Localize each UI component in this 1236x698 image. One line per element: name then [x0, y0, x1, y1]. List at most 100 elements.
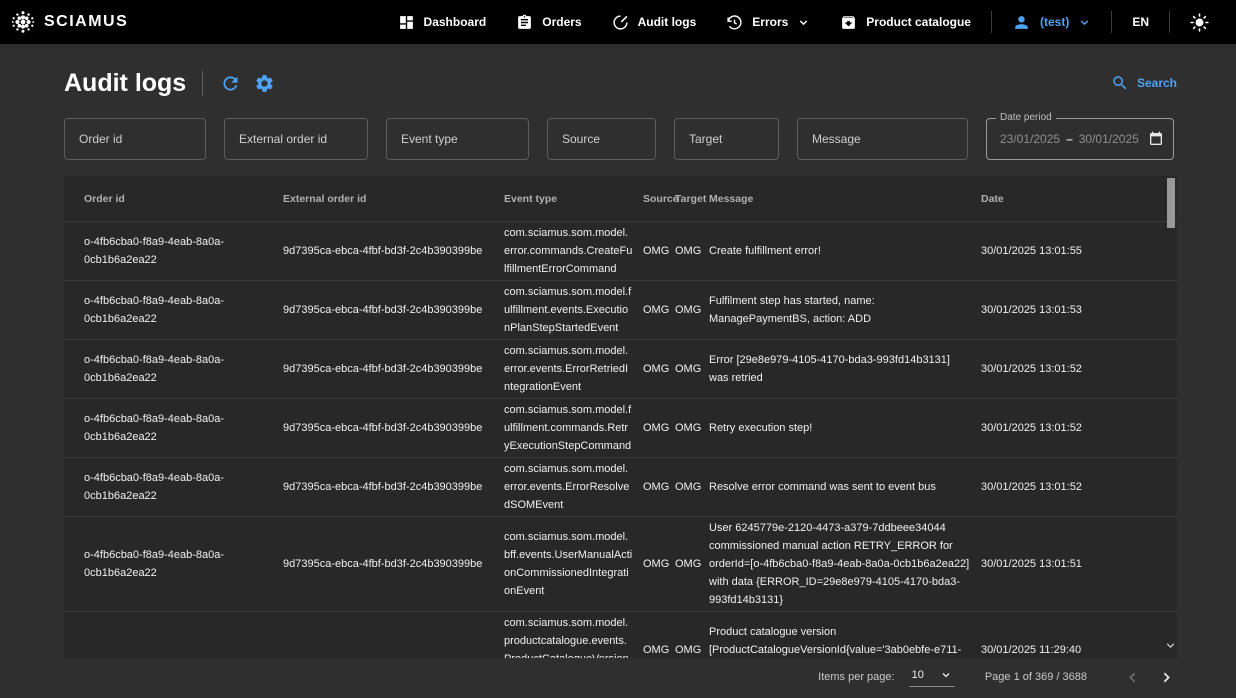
cell-message: Retry execution step!	[709, 419, 981, 437]
cell-order-id: o-4fb6cba0-f8a9-4eab-8a0a-0cb1b6a2ea22	[84, 410, 283, 446]
cell-source: OMG	[643, 478, 675, 496]
search-icon	[1111, 74, 1129, 92]
date-separator: –	[1066, 132, 1073, 146]
cell-message: Fulfilment step has started, name: Manag…	[709, 292, 981, 328]
table-header: Order id External order id Event type So…	[64, 176, 1177, 222]
cell-target: OMG	[675, 360, 709, 378]
cell-event-type: com.sciamus.som.model.bff.events.UserMan…	[504, 528, 643, 600]
column-header-event-type: Event type	[504, 193, 643, 205]
language-label: EN	[1132, 15, 1149, 29]
calendar-icon[interactable]	[1148, 131, 1164, 147]
table-row[interactable]: o-4fb6cba0-f8a9-4eab-8a0a-0cb1b6a2ea229d…	[64, 458, 1177, 517]
cell-target: OMG	[675, 242, 709, 260]
filter-event-type[interactable]	[386, 118, 529, 160]
cell-event-type: com.sciamus.som.model.error.events.Error…	[504, 460, 643, 514]
cell-date: 30/01/2025 13:01:53	[981, 301, 1163, 319]
cell-source: OMG	[643, 301, 675, 319]
items-per-page-select[interactable]: 10	[909, 667, 955, 687]
cell-event-type: com.sciamus.som.model.error.commands.Cre…	[504, 224, 643, 278]
nav-item-product-catalogue[interactable]: Product catalogue	[825, 0, 986, 44]
pagination: Items per page: 10 Page 1 of 369 / 3688	[64, 666, 1177, 688]
cell-target: OMG	[675, 641, 709, 658]
errors-icon	[726, 14, 743, 31]
cell-date: 30/01/2025 11:29:40	[981, 641, 1163, 658]
date-to: 30/01/2025	[1079, 132, 1139, 146]
cell-message: Product catalogue version [ProductCatalo…	[709, 623, 981, 658]
cell-external-order-id: 9d7395ca-ebca-4fbf-bd3f-2c4b390399be	[283, 360, 504, 378]
cell-source: OMG	[643, 555, 675, 573]
topbar-divider	[991, 11, 992, 33]
nav-item-errors[interactable]: Errors	[711, 0, 825, 44]
previous-page-button[interactable]	[1121, 666, 1143, 688]
cell-source: OMG	[643, 641, 675, 658]
nav-label: Orders	[542, 15, 581, 29]
cell-external-order-id: 9d7395ca-ebca-4fbf-bd3f-2c4b390399be	[283, 419, 504, 437]
cell-event-type: com.sciamus.som.model.productcatalogue.e…	[504, 614, 643, 658]
filter-message[interactable]	[797, 118, 968, 160]
user-menu[interactable]: (test)	[997, 0, 1106, 44]
cell-external-order-id: 9d7395ca-ebca-4fbf-bd3f-2c4b390399be	[283, 555, 504, 573]
column-header-order-id: Order id	[84, 193, 283, 205]
chevron-down-icon	[797, 16, 810, 29]
filter-target[interactable]	[674, 118, 779, 160]
table-scrollbar[interactable]	[1164, 176, 1177, 658]
brand-name: SCIAMUS	[44, 13, 128, 31]
nav-item-audit-logs[interactable]: Audit logs	[597, 0, 712, 44]
cell-order-id: o-4fb6cba0-f8a9-4eab-8a0a-0cb1b6a2ea22	[84, 292, 283, 328]
column-header-source: Source	[643, 193, 675, 205]
cell-date: 30/01/2025 13:01:52	[981, 478, 1163, 496]
filter-external-order-id[interactable]	[224, 118, 368, 160]
column-header-target: Target	[675, 193, 709, 205]
date-period-value: 23/01/2025 – 30/01/2025	[1000, 132, 1148, 146]
nav-label: Errors	[752, 15, 788, 29]
cell-target: OMG	[675, 555, 709, 573]
nav-label: Product catalogue	[866, 15, 971, 29]
brand[interactable]: SCIAMUS	[10, 9, 128, 35]
product-catalogue-icon	[840, 14, 857, 31]
orders-icon	[516, 14, 533, 31]
audit-table: Order id External order id Event type So…	[64, 176, 1177, 658]
cell-source: OMG	[643, 360, 675, 378]
search-button[interactable]: Search	[1111, 74, 1177, 92]
table-row[interactable]: o-4fb6cba0-f8a9-4eab-8a0a-0cb1b6a2ea229d…	[64, 222, 1177, 281]
cell-target: OMG	[675, 419, 709, 437]
items-per-page-value: 10	[912, 669, 924, 681]
search-label: Search	[1137, 76, 1177, 90]
scroll-down-icon[interactable]	[1164, 639, 1177, 652]
table-row[interactable]: o-4fb6cba0-f8a9-4eab-8a0a-0cb1b6a2ea229d…	[64, 281, 1177, 340]
scrollbar-thumb[interactable]	[1167, 178, 1175, 228]
table-row[interactable]: o-4fb6cba0-f8a9-4eab-8a0a-0cb1b6a2ea229d…	[64, 399, 1177, 458]
filter-order-id[interactable]	[64, 118, 206, 160]
title-row: Audit logs Search	[64, 68, 1177, 98]
cell-external-order-id: 9d7395ca-ebca-4fbf-bd3f-2c4b390399be	[283, 242, 504, 260]
nav-label: Dashboard	[424, 15, 487, 29]
table-row[interactable]: com.sciamus.som.model.productcatalogue.e…	[64, 612, 1177, 658]
filters-row: Date period 23/01/2025 – 30/01/2025	[64, 118, 1177, 160]
theme-toggle[interactable]	[1175, 0, 1224, 44]
settings-button[interactable]	[254, 73, 275, 94]
chevron-down-icon	[940, 669, 952, 681]
cell-date: 30/01/2025 13:01:55	[981, 242, 1163, 260]
filter-source[interactable]	[547, 118, 656, 160]
audit-logs-icon	[612, 14, 629, 31]
table-row[interactable]: o-4fb6cba0-f8a9-4eab-8a0a-0cb1b6a2ea229d…	[64, 517, 1177, 612]
cell-source: OMG	[643, 419, 675, 437]
cell-external-order-id: 9d7395ca-ebca-4fbf-bd3f-2c4b390399be	[283, 478, 504, 496]
cell-message: Error [29e8e979-4105-4170-bda3-993fd14b3…	[709, 351, 981, 387]
nav-item-dashboard[interactable]: Dashboard	[383, 0, 502, 44]
items-per-page-label: Items per page:	[818, 671, 894, 683]
filter-date-period[interactable]: Date period 23/01/2025 – 30/01/2025	[986, 118, 1174, 160]
topbar: SCIAMUS Dashboard Orders Audit logs	[0, 0, 1236, 44]
cell-message: Create fulfillment error!	[709, 242, 981, 260]
next-page-button[interactable]	[1155, 666, 1177, 688]
language-selector[interactable]: EN	[1117, 0, 1164, 44]
page-title: Audit logs	[64, 69, 186, 98]
cell-external-order-id: 9d7395ca-ebca-4fbf-bd3f-2c4b390399be	[283, 301, 504, 319]
nav-item-orders[interactable]: Orders	[501, 0, 596, 44]
date-period-label: Date period	[996, 112, 1056, 123]
refresh-button[interactable]	[220, 73, 241, 94]
table-row[interactable]: o-4fb6cba0-f8a9-4eab-8a0a-0cb1b6a2ea229d…	[64, 340, 1177, 399]
column-header-date: Date	[981, 193, 1163, 205]
page: Audit logs Search Date period 23/01/2025…	[0, 68, 1236, 688]
sun-icon	[1190, 13, 1209, 32]
